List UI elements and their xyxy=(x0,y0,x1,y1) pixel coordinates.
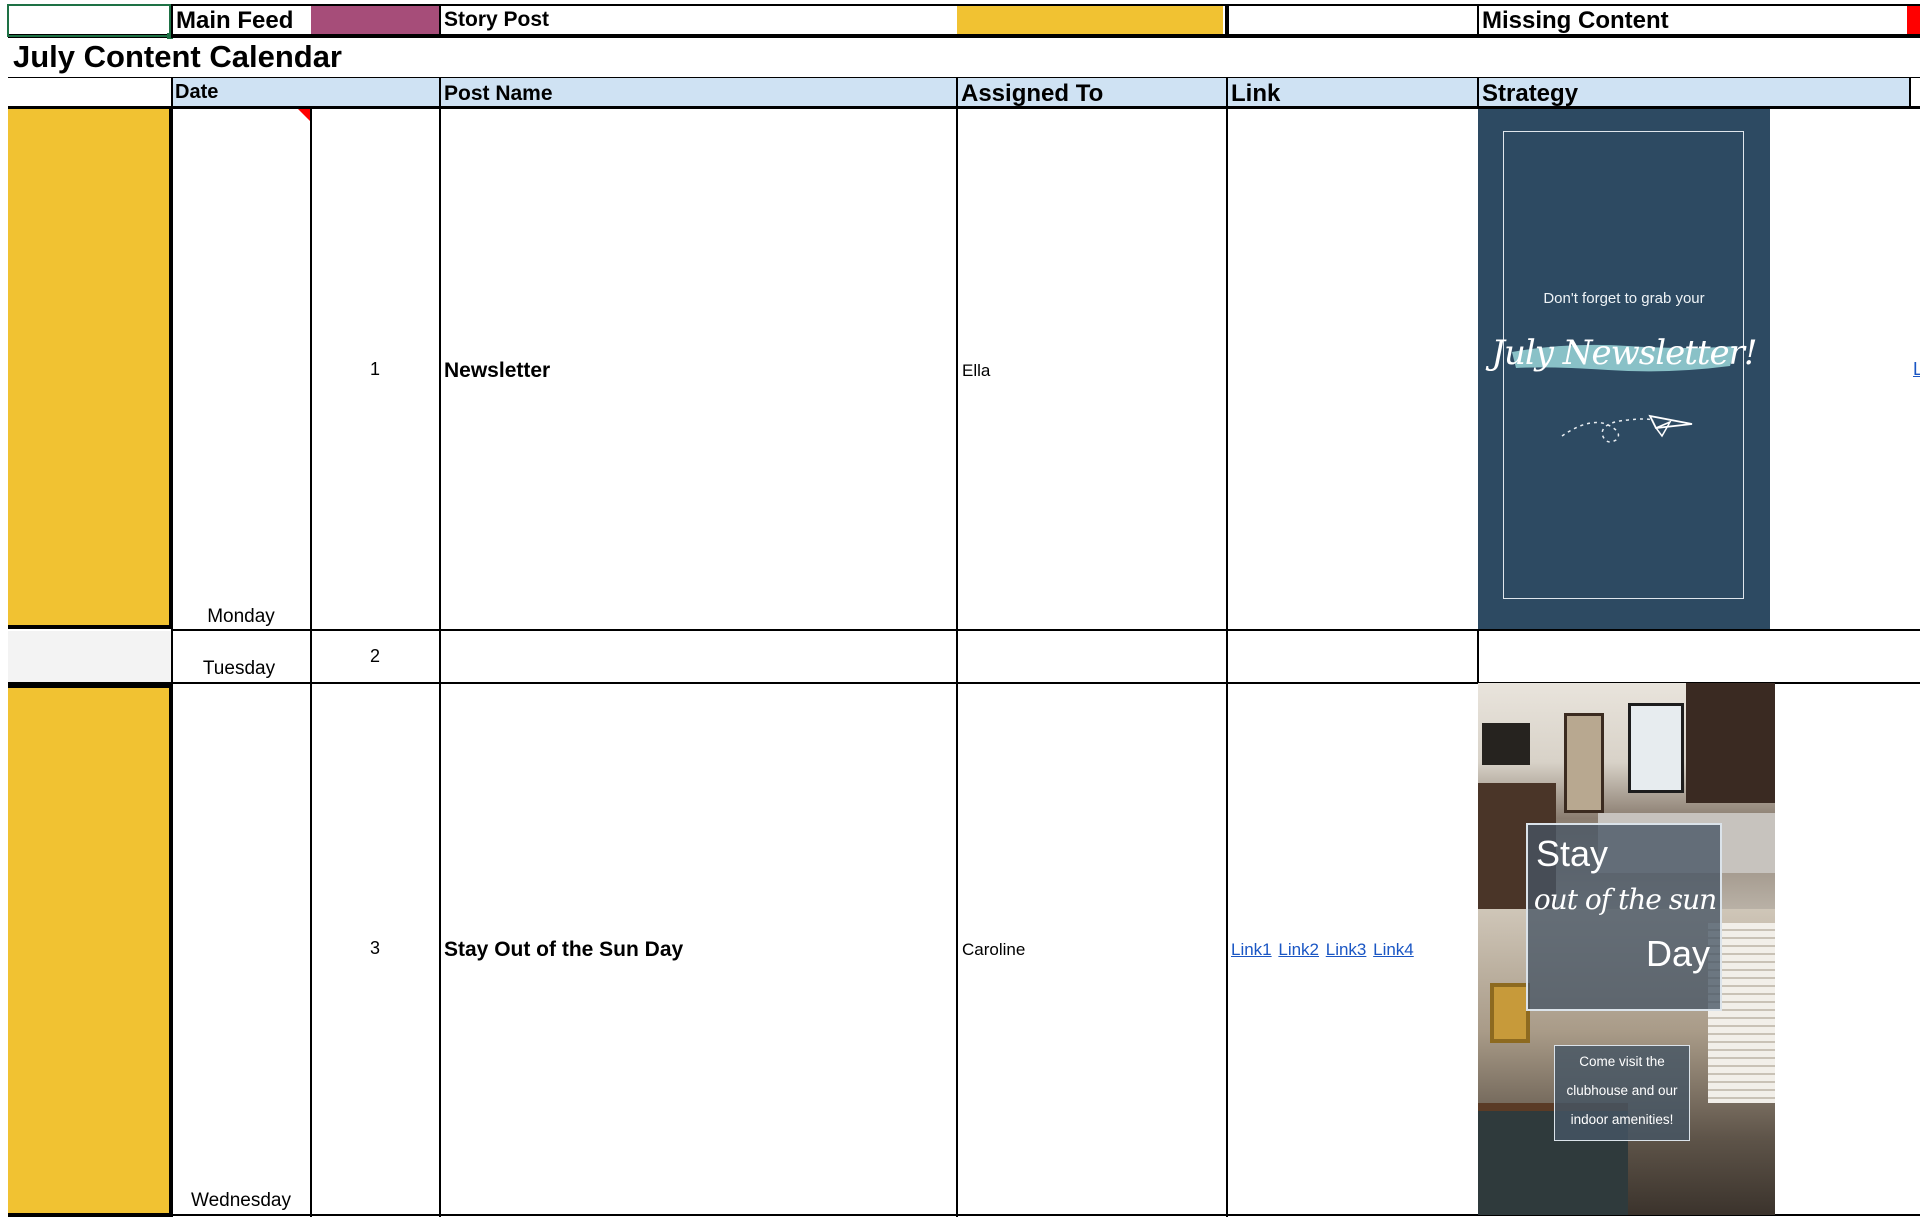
link-3[interactable]: Link3 xyxy=(1326,940,1367,959)
art-frame xyxy=(1490,983,1530,1043)
newsletter-strategy-image[interactable]: Don't forget to grab your July Newslette… xyxy=(1478,109,1770,629)
legend-main-feed-label: Main Feed xyxy=(176,7,294,34)
newsletter-script-title: July Newsletter! xyxy=(1491,333,1757,373)
overlay-script: out of the sun xyxy=(1533,883,1717,916)
row-1-status-cell[interactable] xyxy=(8,109,171,629)
row-3-status-cell[interactable] xyxy=(8,684,171,1217)
header-assigned-to[interactable]: Assigned To xyxy=(961,80,1103,108)
link-2[interactable]: Link2 xyxy=(1278,940,1319,959)
doorway xyxy=(1564,713,1604,813)
row-3-weekday: Wednesday xyxy=(191,1190,291,1211)
header-strategy[interactable]: Strategy xyxy=(1482,80,1578,108)
legend-missing-content-label: Missing Content xyxy=(1482,7,1669,34)
row-3-post-name[interactable]: Stay Out of the Sun Day xyxy=(444,938,683,962)
caption-line-2: clubhouse and our xyxy=(1566,1083,1678,1098)
row-3-assigned-to[interactable]: Caroline xyxy=(962,940,1025,960)
tv-screen xyxy=(1482,723,1530,765)
legend-story-post-swatch xyxy=(957,6,1223,34)
row-1-post-name[interactable]: Newsletter xyxy=(444,359,550,383)
page-title: July Content Calendar xyxy=(13,39,342,74)
link-1[interactable]: Link1 xyxy=(1231,940,1272,959)
paper-plane-icon xyxy=(1561,414,1693,443)
legend-story-post-label: Story Post xyxy=(444,8,550,31)
header-link[interactable]: Link xyxy=(1231,80,1280,108)
cabinets-right xyxy=(1686,683,1775,803)
row-1-day-number: 1 xyxy=(369,359,380,379)
overlay-stay: Stay xyxy=(1536,833,1609,874)
header-date[interactable]: Date xyxy=(175,81,218,104)
legend-missing-content-swatch xyxy=(1907,6,1920,34)
row-3-day-number: 3 xyxy=(369,938,380,958)
caption-line-1: Come visit the xyxy=(1579,1054,1665,1069)
overlay-day: Day xyxy=(1645,933,1710,974)
legend-main-feed-swatch xyxy=(311,6,439,34)
selected-cell[interactable] xyxy=(7,4,171,37)
row-2-day-number: 2 xyxy=(369,646,380,666)
edge-link-fragment[interactable]: L xyxy=(1913,359,1920,380)
comment-marker[interactable] xyxy=(298,109,310,121)
newsletter-line1: Don't forget to grab your xyxy=(1543,290,1705,307)
stay-out-of-sun-strategy-image[interactable]: Stay out of the sun Day Come visit the c… xyxy=(1478,683,1775,1215)
row-2-status-cell[interactable] xyxy=(8,631,171,682)
caption-line-3: indoor amenities! xyxy=(1570,1112,1674,1127)
row-1-weekday: Monday xyxy=(207,606,275,627)
row-3-links: Link1 Link2 Link3 Link4 xyxy=(1231,940,1414,960)
header-post-name[interactable]: Post Name xyxy=(444,82,553,106)
row-1-assigned-to[interactable]: Ella xyxy=(962,361,990,381)
window-panes xyxy=(1628,703,1684,793)
link-4[interactable]: Link4 xyxy=(1373,940,1414,959)
row-2-weekday: Tuesday xyxy=(202,658,276,679)
